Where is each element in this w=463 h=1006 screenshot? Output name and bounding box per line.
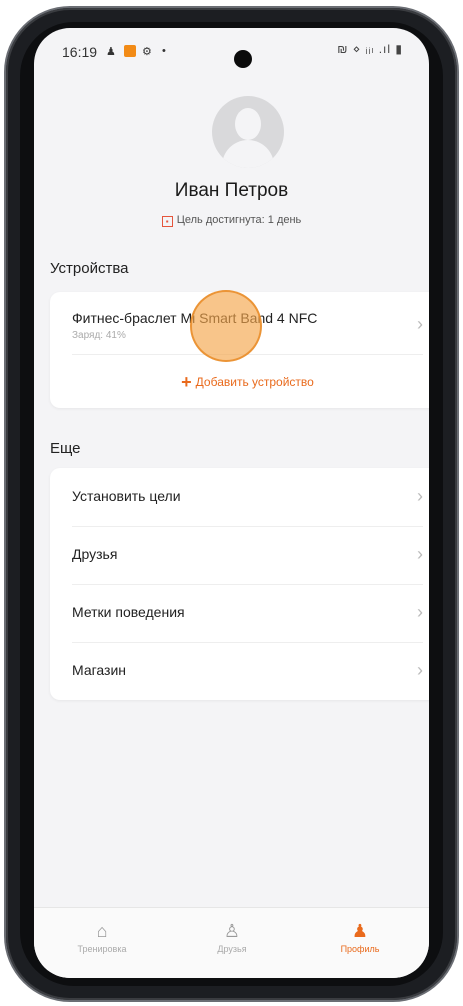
tab-label: Тренировка [77, 944, 127, 954]
notification-icon [124, 45, 136, 57]
tab-label: Друзья [217, 944, 247, 954]
avatar[interactable] [212, 96, 284, 168]
dot-icon: • [162, 45, 166, 57]
status-icons: ₪ ⋄ ᵢᵢₗ .ıl ▮ [337, 42, 403, 56]
add-device-label: Добавить устройство [195, 375, 314, 389]
menu-item-friends[interactable]: Друзья › [50, 526, 429, 584]
menu-item-label: Друзья [72, 546, 118, 562]
more-section-title: Еще [50, 440, 81, 457]
person-icon: ♟ [106, 46, 116, 58]
chevron-right-icon: › [417, 660, 423, 680]
settings-icon: ⚙ [142, 46, 152, 58]
menu-item-label: Магазин [72, 662, 127, 678]
tab-friends[interactable]: ♙ Друзья [182, 920, 282, 954]
menu-item-label: Метки поведения [72, 604, 185, 620]
profile-name: Иван Петров [174, 180, 289, 201]
devices-section-title: Устройства [50, 260, 129, 277]
profile-icon: ♟ [351, 921, 369, 941]
avatar-head-icon [235, 108, 261, 140]
menu-item-behavior-tags[interactable]: Метки поведения › [50, 584, 429, 642]
menu-item-label: Установить цели [72, 488, 181, 504]
goal-icon: ▪ [161, 216, 173, 227]
friends-icon: ♙ [223, 921, 241, 941]
chevron-right-icon: › [417, 544, 423, 564]
front-camera [234, 50, 252, 68]
menu-item-set-goals[interactable]: Установить цели › [50, 468, 429, 526]
goal-text: Цель достигнута: 1 день [176, 214, 302, 226]
tab-workout[interactable]: ⌂ Тренировка [52, 920, 152, 954]
add-device-button[interactable]: + Добавить устройство [50, 372, 429, 393]
chevron-right-icon: › [417, 486, 423, 506]
home-icon: ⌂ [96, 921, 108, 941]
status-time: 16:19 [62, 44, 98, 60]
more-card: Установить цели › Друзья › Метки поведен… [50, 468, 429, 700]
chevron-right-icon: › [417, 602, 423, 622]
goal-status: ▪ Цель достигнута: 1 день [34, 214, 429, 227]
menu-item-shop[interactable]: Магазин › [50, 642, 429, 700]
touch-indicator [190, 290, 262, 362]
tab-profile[interactable]: ♟ Профиль [310, 920, 410, 954]
chevron-right-icon: › [417, 314, 423, 334]
phone-screen: 16:19 ♟ ⚙ • ₪ ⋄ ᵢᵢₗ .ıl ▮ Иван Петров ▪ Ц… [34, 28, 429, 978]
bottom-tab-bar: ⌂ Тренировка ♙ Друзья ♟ Профиль [34, 907, 429, 978]
status-bar: 16:19 ♟ ⚙ • ₪ ⋄ ᵢᵢₗ .ıl ▮ [34, 28, 429, 84]
avatar-body-icon [222, 140, 274, 168]
tab-label: Профиль [340, 944, 380, 954]
device-charge: Заряд: 41% [72, 330, 126, 341]
plus-icon: + [181, 372, 192, 392]
